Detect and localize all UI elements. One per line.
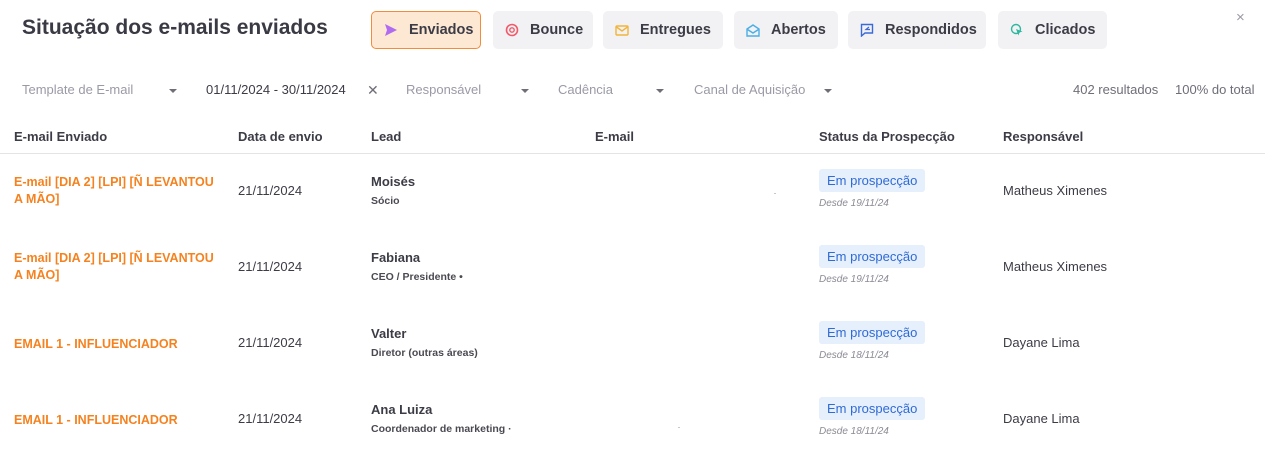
click-icon — [1010, 23, 1024, 37]
email-cell — [774, 193, 776, 194]
lead-role: CEO / Presidente • — [371, 271, 463, 283]
status-since: Desde 19/11/24 — [819, 274, 889, 285]
cadencia-filter[interactable]: Cadência — [558, 82, 613, 97]
column-header[interactable]: Status da Prospecção — [819, 129, 955, 144]
email-sent-link[interactable]: EMAIL 1 - INFLUENCIADOR — [14, 336, 214, 353]
lead-cell: Moisés Sócio — [371, 174, 415, 207]
status-cell: Em prospecção Desde 19/11/24 — [819, 245, 926, 285]
owner-name: Dayane Lima — [1003, 335, 1080, 350]
chevron-down-icon[interactable] — [521, 89, 529, 93]
responsavel-filter[interactable]: Responsável — [406, 82, 481, 97]
tab-label: Bounce — [530, 22, 584, 38]
tab-abertos[interactable]: Abertos — [734, 11, 838, 49]
lead-role: Coordenador de marketing · — [371, 423, 512, 435]
send-icon — [384, 23, 398, 37]
chevron-down-icon[interactable] — [169, 89, 177, 93]
send-date: 21/11/2024 — [238, 335, 303, 350]
status-cell: Em prospecção Desde 19/11/24 — [819, 169, 926, 209]
tab-label: Respondidos — [885, 22, 977, 38]
column-header[interactable]: Data de envio — [238, 129, 323, 144]
column-header[interactable]: E-mail — [595, 129, 634, 144]
send-date: 21/11/2024 — [238, 411, 303, 426]
lead-name[interactable]: Fabiana — [371, 250, 463, 265]
status-badge[interactable]: Em prospecção — [819, 245, 926, 268]
chevron-down-icon[interactable] — [824, 89, 832, 93]
bounce-icon — [505, 23, 519, 37]
column-header[interactable]: E-mail Enviado — [14, 129, 107, 144]
status-badge[interactable]: Em prospecção — [819, 169, 926, 192]
owner-name: Matheus Ximenes — [1003, 183, 1108, 198]
lead-role: Sócio — [371, 195, 400, 207]
lead-cell: Fabiana CEO / Presidente • — [371, 250, 463, 283]
send-date: 21/11/2024 — [238, 259, 303, 274]
tab-bounce[interactable]: Bounce — [493, 11, 593, 49]
status-since: Desde 18/11/24 — [819, 350, 889, 361]
tab-clicados[interactable]: Clicados — [998, 11, 1107, 49]
envelope-icon — [615, 23, 629, 37]
column-header[interactable]: Responsável — [1003, 129, 1083, 144]
tab-label: Enviados — [409, 22, 474, 38]
email-sent-link[interactable]: EMAIL 1 - INFLUENCIADOR — [14, 412, 214, 429]
results-count: 402 resultados — [1073, 82, 1159, 97]
table-header: E-mail Enviado Data de envio Lead E-mail… — [0, 122, 1265, 154]
status-since: Desde 19/11/24 — [819, 198, 889, 209]
email-sent-link[interactable]: E-mail [DIA 2] [LPI] [Ñ LEVANTOU A MÃO] — [14, 174, 214, 208]
table-row[interactable]: E-mail [DIA 2] [LPI] [Ñ LEVANTOU A MÃO] … — [0, 230, 1265, 306]
column-header[interactable]: Lead — [371, 129, 401, 144]
status-badge[interactable]: Em prospecção — [819, 321, 926, 344]
header: Situação dos e-mails enviados Enviados B… — [0, 0, 1265, 62]
reply-icon — [860, 23, 874, 37]
tab-respondidos[interactable]: Respondidos — [848, 11, 986, 49]
envelope-open-icon — [746, 23, 760, 37]
status-cell: Em prospecção Desde 18/11/24 — [819, 321, 926, 361]
status-badge[interactable]: Em prospecção — [819, 397, 926, 420]
lead-cell: Valter Diretor (outras áreas) — [371, 326, 478, 359]
lead-name[interactable]: Valter — [371, 326, 478, 341]
table-row[interactable]: EMAIL 1 - INFLUENCIADOR 21/11/2024 Ana L… — [0, 382, 1265, 458]
lead-cell: Ana Luiza Coordenador de marketing · — [371, 402, 512, 435]
tab-label: Entregues — [640, 22, 711, 38]
lead-name[interactable]: Moisés — [371, 174, 415, 189]
chevron-down-icon[interactable] — [656, 89, 664, 93]
template-filter[interactable]: Template de E-mail — [22, 82, 133, 97]
owner-name: Dayane Lima — [1003, 411, 1080, 426]
close-icon[interactable]: × — [1236, 10, 1245, 26]
page-title: Situação dos e-mails enviados — [22, 16, 328, 39]
date-range-filter[interactable]: 01/11/2024 - 30/11/2024 — [206, 82, 346, 97]
lead-role: Diretor (outras áreas) — [371, 347, 478, 359]
tab-label: Clicados — [1035, 22, 1096, 38]
email-sent-link[interactable]: E-mail [DIA 2] [LPI] [Ñ LEVANTOU A MÃO] — [14, 250, 214, 284]
canal-filter[interactable]: Canal de Aquisição — [694, 82, 805, 97]
clear-date-icon[interactable]: ✕ — [367, 82, 379, 99]
status-cell: Em prospecção Desde 18/11/24 — [819, 397, 926, 437]
tab-enviados[interactable]: Enviados — [371, 11, 481, 49]
tab-label: Abertos — [771, 22, 826, 38]
lead-name[interactable]: Ana Luiza — [371, 402, 512, 417]
email-cell — [678, 427, 680, 428]
owner-name: Matheus Ximenes — [1003, 259, 1108, 274]
results-percent: 100% do total — [1175, 82, 1255, 97]
tab-entregues[interactable]: Entregues — [603, 11, 723, 49]
table-row[interactable]: EMAIL 1 - INFLUENCIADOR 21/11/2024 Valte… — [0, 306, 1265, 382]
filter-bar: Template de E-mail 01/11/2024 - 30/11/20… — [0, 74, 1265, 108]
send-date: 21/11/2024 — [238, 183, 303, 198]
table-row[interactable]: E-mail [DIA 2] [LPI] [Ñ LEVANTOU A MÃO] … — [0, 154, 1265, 230]
status-since: Desde 18/11/24 — [819, 426, 889, 437]
